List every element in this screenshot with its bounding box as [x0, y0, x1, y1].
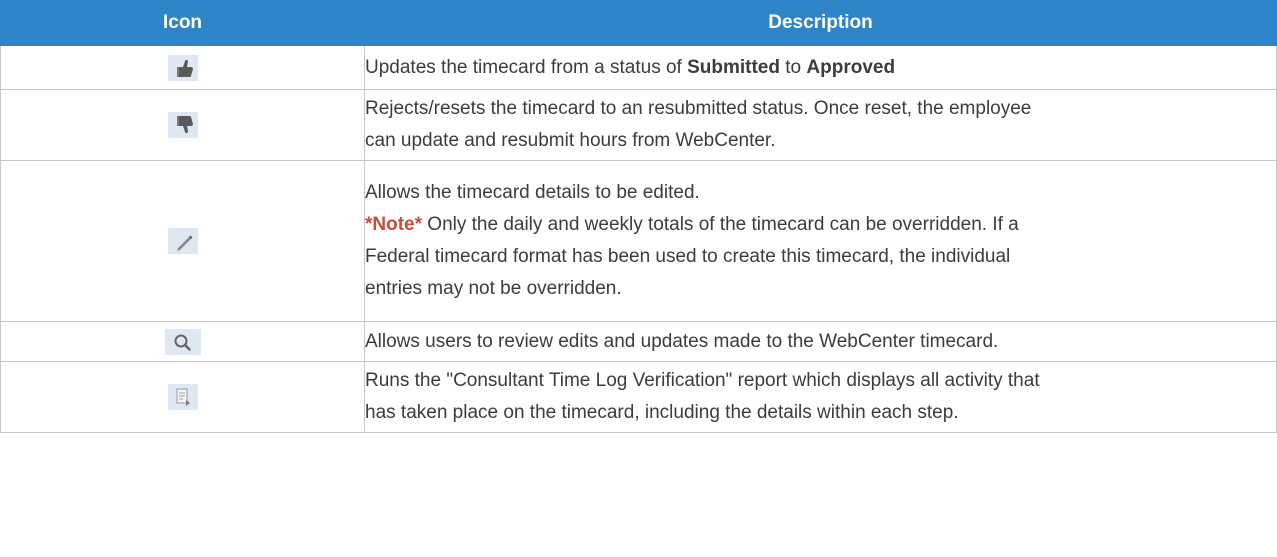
description-line: can update and resubmit hours from WebCe…	[365, 130, 776, 151]
pencil-edit-icon[interactable]	[167, 228, 198, 254]
description-text: Updates the timecard from a status of	[365, 56, 688, 78]
note-label: *Note*	[365, 214, 423, 235]
table-row: Runs the "Consultant Time Log Verificati…	[0, 361, 1277, 433]
icon-reference-table: Icon Description Updates the timecard fr…	[0, 0, 1277, 433]
description-cell: Rejects/resets the timecard to an resubm…	[364, 89, 1277, 161]
description-text: to	[779, 56, 807, 78]
description-line: Allows the timecard details to be edited…	[365, 182, 700, 203]
status-approved: Approved	[806, 56, 896, 78]
icon-cell	[0, 361, 365, 433]
table-row: Updates the timecard from a status of Su…	[0, 45, 1277, 90]
table-row: Rejects/resets the timecard to an resubm…	[0, 89, 1277, 161]
note-line: *Note* Only the daily and weekly totals …	[365, 209, 1276, 241]
description-cell: Allows users to review edits and updates…	[364, 321, 1277, 362]
description-cell: Allows the timecard details to be edited…	[364, 160, 1277, 322]
table-header-row: Icon Description	[0, 0, 1277, 46]
icon-cell	[0, 45, 365, 90]
description-cell: Runs the "Consultant Time Log Verificati…	[364, 361, 1277, 433]
note-line: Federal timecard format has been used to…	[365, 246, 1011, 267]
table-row: Allows users to review edits and updates…	[0, 321, 1277, 362]
icon-cell	[0, 321, 365, 362]
icon-column-header: Icon	[0, 0, 365, 46]
description-line: has taken place on the timecard, includi…	[365, 402, 959, 423]
report-icon[interactable]	[167, 384, 198, 410]
description-cell: Updates the timecard from a status of Su…	[364, 45, 1277, 90]
table-row: Allows the timecard details to be edited…	[0, 160, 1277, 322]
status-submitted: Submitted	[687, 56, 780, 78]
thumbs-up-icon[interactable]	[167, 54, 198, 81]
icon-cell	[0, 89, 365, 161]
description-column-header: Description	[364, 0, 1277, 46]
thumbs-down-icon[interactable]	[167, 112, 198, 138]
note-line: entries may not be overridden.	[365, 278, 622, 299]
note-text: Only the daily and weekly totals of the …	[422, 214, 1019, 235]
magnifier-icon[interactable]	[164, 328, 201, 355]
description-line: Runs the "Consultant Time Log Verificati…	[365, 370, 1040, 391]
description-line: Rejects/resets the timecard to an resubm…	[365, 98, 1032, 119]
description-line: Allows users to review edits and updates…	[365, 330, 999, 352]
icon-cell	[0, 160, 365, 322]
